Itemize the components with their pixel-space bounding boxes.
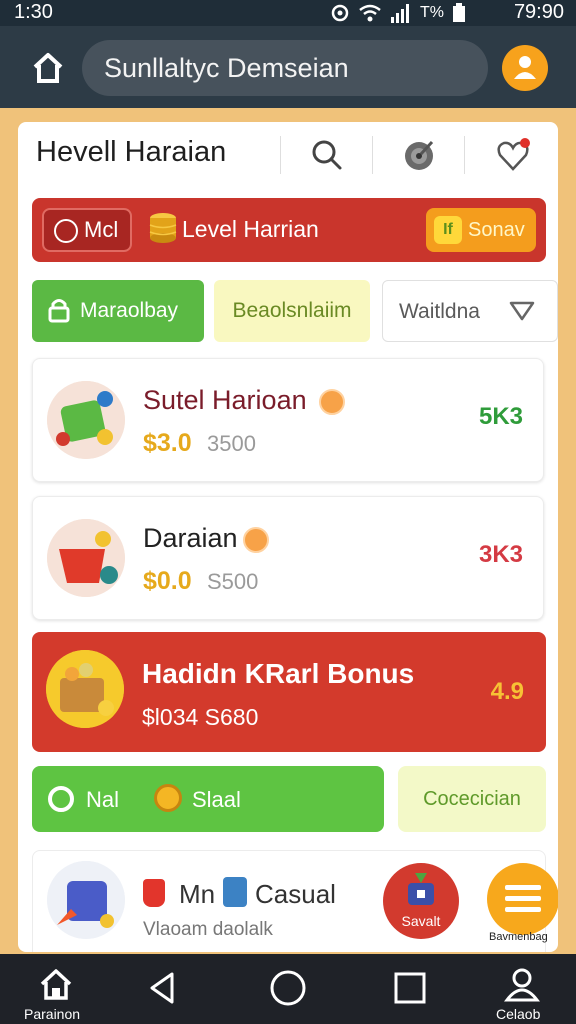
home-icon[interactable] <box>36 964 76 1004</box>
status-clock: 79:90 <box>513 1 564 23</box>
divider <box>280 136 281 174</box>
item-score: 5K3 <box>478 403 523 430</box>
badge-icon <box>319 389 345 415</box>
item-title: Casual <box>255 879 336 909</box>
lock-icon <box>48 299 70 323</box>
bag-thumbnail <box>47 861 125 939</box>
nav-home-label: Parainon <box>24 1006 81 1022</box>
bluetooth-icon <box>331 4 349 22</box>
item-title: Daraian <box>143 523 238 553</box>
green-bar-label-2: Slaal <box>192 787 241 812</box>
signal-icon <box>391 4 409 23</box>
chevron-down-icon <box>509 301 535 321</box>
home-circle-icon[interactable] <box>268 968 308 1008</box>
level-banner: Mcl Level Harrian If Sonav <box>32 198 546 262</box>
basket-thumbnail <box>46 650 124 728</box>
list-item[interactable]: Daraian $0.0 S500 3K3 <box>32 496 544 620</box>
coin-icon <box>154 784 182 812</box>
heart-icon[interactable] <box>494 136 532 174</box>
salvat-button[interactable]: Savalt <box>383 863 459 939</box>
tab-label: Waitldna <box>399 300 480 323</box>
avatar-button[interactable] <box>502 45 548 91</box>
level-chip-label: Mcl <box>84 217 119 242</box>
gift-thumbnail <box>47 381 125 459</box>
green-action-bar[interactable]: Nal Slaal <box>32 766 384 832</box>
menu-label: Bavmenbag <box>489 931 548 943</box>
bonus-score: 4.9 <box>490 678 524 705</box>
divider <box>372 136 373 174</box>
basket-icon <box>408 873 434 905</box>
item-price: $0.0 <box>143 567 192 595</box>
tab-waitldna[interactable]: Waitldna <box>382 280 558 342</box>
salvat-label: Savalt <box>401 913 441 929</box>
main-panel: Hevell Haraian Mcl Level Harrian If Sona… <box>18 122 558 952</box>
tab-label: Maraolbay <box>80 299 179 322</box>
badge-icon <box>243 527 269 553</box>
coin-stack-icon <box>149 213 177 243</box>
status-bar: 1:30 T% 79:90 <box>0 0 576 26</box>
divider <box>464 136 465 174</box>
bonus-price: $l034 S680 <box>142 704 259 730</box>
battery-icon <box>453 3 465 22</box>
target-icon[interactable] <box>400 136 438 174</box>
level-badge: If <box>434 216 462 244</box>
flame-icon <box>143 879 165 907</box>
tab-label: Beaolsnlaiim <box>232 299 352 322</box>
app-bar: Sunllaltyc Demseian <box>0 26 576 108</box>
list-item[interactable]: Mn Casual Vlaoam daolalk Savalt Bavmenba… <box>32 850 558 952</box>
bucket-thumbnail <box>47 519 125 597</box>
battery-text: T% <box>420 4 444 21</box>
item-score: 3K3 <box>478 541 523 568</box>
menu-icon <box>505 885 541 912</box>
tab-beaolsnlaiim[interactable]: Beaolsnlaiim <box>214 280 370 342</box>
sonav-button[interactable]: If Sonav <box>426 208 536 252</box>
nav-profile-label: Celaob <box>496 1006 541 1022</box>
item-title: Sutel Harioan <box>143 385 307 415</box>
wifi-icon <box>359 4 381 22</box>
status-icons: T% <box>330 3 466 23</box>
level-chip[interactable]: Mcl <box>42 208 132 252</box>
sonav-label: Sonav <box>468 219 525 241</box>
avatar-icon <box>514 56 536 79</box>
status-time: 1:30 <box>14 1 53 23</box>
bonus-card[interactable]: Hadidn KRarl Bonus $l034 S680 4.9 <box>32 632 546 752</box>
item-title: Mn <box>179 879 216 909</box>
recents-icon[interactable] <box>392 970 432 1010</box>
item-price: $3.0 <box>143 429 192 457</box>
level-label: Level Harrian <box>182 216 319 242</box>
tab-maraolbay[interactable]: Maraolbay <box>32 280 204 342</box>
search-icon[interactable] <box>308 136 346 174</box>
bonus-title: Hadidn KRarl Bonus <box>142 658 415 689</box>
navigation-bar: Parainon Celaob <box>0 954 576 1024</box>
profile-icon[interactable] <box>502 964 542 1004</box>
home-icon[interactable] <box>30 50 66 86</box>
bag-icon <box>223 877 247 907</box>
cocecician-button[interactable]: Cocecician <box>398 766 546 832</box>
ring-icon <box>54 219 78 243</box>
item-price-sub: 3500 <box>207 431 256 456</box>
list-item[interactable]: Sutel Harioan $3.0 3500 5K3 <box>32 358 544 482</box>
search-field[interactable]: Sunllaltyc Demseian <box>82 40 488 96</box>
menu-button[interactable] <box>487 863 558 935</box>
back-icon[interactable] <box>144 970 184 1010</box>
ring-icon <box>48 786 74 812</box>
item-subtitle: Vlaoam daolalk <box>143 919 273 940</box>
item-price-sub: S500 <box>207 569 259 594</box>
page-title: Hevell Haraian <box>36 136 227 168</box>
green-bar-label-1: Nal <box>86 787 120 812</box>
panel-header: Hevell Haraian <box>18 122 558 188</box>
